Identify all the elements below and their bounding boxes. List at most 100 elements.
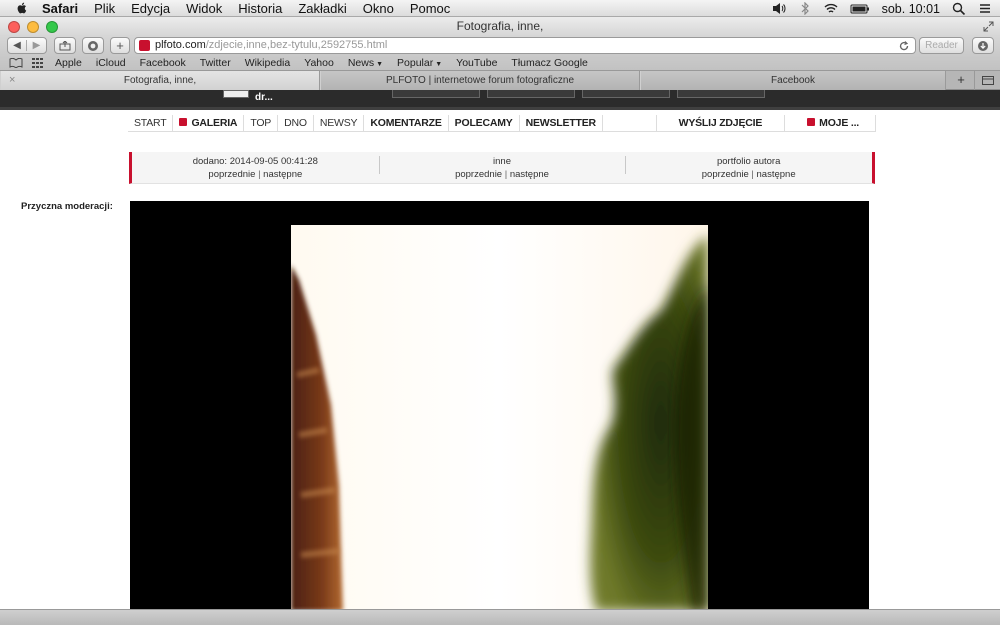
menu-widok[interactable]: Widok (186, 0, 222, 17)
bluetooth-icon[interactable] (798, 2, 812, 15)
info-added-column: dodano: 2014-09-05 00:41:28 poprzednie |… (132, 152, 379, 183)
category-link[interactable]: inne (379, 155, 626, 168)
spotlight-search-icon[interactable] (952, 2, 966, 15)
bookmark-folder-popular[interactable]: Popular ▼ (397, 57, 442, 69)
tab-overview-icon (982, 76, 994, 85)
tab-facebook[interactable]: Facebook (640, 71, 946, 90)
prev-link[interactable]: poprzednie (208, 169, 255, 180)
bookmark-tlumacz-google[interactable]: Tłumacz Google (511, 57, 587, 69)
bookmark-facebook[interactable]: Facebook (140, 57, 186, 69)
header-thumbnail[interactable] (582, 90, 670, 98)
portfolio-link[interactable]: portfolio autora (625, 155, 872, 168)
browser-status-bar (0, 609, 1000, 625)
nav-moje[interactable]: MOJE ... (785, 114, 876, 131)
back-arrow-icon[interactable]: ◀ (8, 40, 28, 51)
tab-plfoto-forum[interactable]: PLFOTO | internetowe forum fotograficzne (320, 71, 640, 90)
bookmark-youtube[interactable]: YouTube (456, 57, 497, 69)
site-header-strip: dr... (0, 90, 1000, 110)
info-portfolio-column: portfolio autora poprzednie | następne (625, 152, 872, 183)
next-link[interactable]: następne (263, 169, 302, 180)
moderation-reason-label: Przyczna moderacji: (21, 201, 113, 212)
tab-fotografia-label: Fotografia, inne, (123, 75, 197, 86)
prev-next-links: poprzednie | następne (379, 168, 626, 181)
menubar-clock[interactable]: sob. 10:01 (882, 2, 940, 16)
window-titlebar: Fotografia, inne, (0, 17, 1000, 36)
browser-toolbar: ◀ ▶ + plfoto.com/zdjecie,inne,bez-tytulu… (0, 36, 1000, 55)
top-sites-grid-icon[interactable] (32, 57, 43, 68)
photo-info-box: dodano: 2014-09-05 00:41:28 poprzednie |… (129, 152, 875, 184)
zoom-window-button[interactable] (46, 21, 58, 33)
added-date: dodano: 2014-09-05 00:41:28 (192, 156, 318, 167)
reader-button[interactable]: Reader (919, 37, 964, 54)
bookmark-folder-news[interactable]: News ▼ (348, 57, 383, 69)
menu-edycja[interactable]: Edycja (131, 0, 170, 17)
nav-newsletter[interactable]: NEWSLETTER (520, 114, 603, 131)
nav-start[interactable]: START (128, 114, 174, 131)
header-truncated-text[interactable]: dr... (255, 92, 273, 103)
nav-spacer (603, 114, 657, 131)
menu-app-name[interactable]: Safari (42, 0, 78, 17)
bookmark-icloud[interactable]: iCloud (96, 57, 126, 69)
next-link[interactable]: następne (510, 169, 549, 180)
tab-fotografia[interactable]: × Fotografia, inne, (0, 71, 320, 90)
close-tab-icon[interactable]: × (9, 71, 15, 90)
menu-zakladki[interactable]: Zakładki (298, 0, 346, 17)
minimize-window-button[interactable] (27, 21, 39, 33)
bookmarks-bar: Apple iCloud Facebook Twitter Wikipedia … (0, 55, 1000, 71)
new-tab-plus-icon[interactable]: + (951, 71, 971, 90)
download-icon (978, 40, 988, 51)
bookmark-apple[interactable]: Apple (55, 57, 82, 69)
nav-polecamy[interactable]: POLECAMY (449, 114, 520, 131)
menu-plik[interactable]: Plik (94, 0, 115, 17)
bookmark-yahoo[interactable]: Yahoo (304, 57, 334, 69)
prev-next-links: poprzednie | następne (132, 168, 379, 181)
nav-wyslij-zdjecie[interactable]: WYŚLIJ ZDJĘCIE (657, 114, 786, 131)
share-icon (59, 40, 71, 50)
link-separator: | (751, 169, 754, 180)
tab-overview-button[interactable] (974, 71, 1000, 90)
header-thumbnail[interactable] (392, 90, 480, 98)
bookmark-folder-news-label: News (347, 56, 375, 69)
header-thumbnail[interactable] (677, 90, 765, 98)
prev-link[interactable]: poprzednie (702, 169, 749, 180)
reading-list-icon[interactable] (9, 57, 23, 68)
nav-top[interactable]: TOP (244, 114, 279, 131)
photo-content (291, 225, 708, 611)
next-link[interactable]: następne (757, 169, 796, 180)
share-button[interactable] (54, 37, 76, 54)
prev-next-links: poprzednie | następne (625, 168, 872, 181)
battery-icon[interactable] (850, 2, 870, 15)
nav-galeria[interactable]: GALERIA (173, 114, 245, 131)
downloads-button[interactable] (972, 37, 994, 54)
address-bar[interactable]: plfoto.com/zdjecie,inne,bez-tytulu,25927… (134, 37, 916, 54)
link-separator: | (258, 169, 261, 180)
apple-icon[interactable] (14, 1, 30, 15)
header-thumbnail[interactable] (487, 90, 575, 98)
menu-pomoc[interactable]: Pomoc (410, 0, 450, 17)
fullscreen-icon[interactable] (983, 21, 994, 32)
url-path: /zdjecie,inne,bez-tytulu,2592755.html (205, 39, 388, 51)
main-photo[interactable] (291, 225, 708, 611)
volume-icon[interactable] (772, 2, 786, 15)
menu-okno[interactable]: Okno (363, 0, 394, 17)
nav-moje-label: MOJE ... (819, 116, 859, 129)
prev-link[interactable]: poprzednie (455, 169, 502, 180)
new-tab-button[interactable]: + (110, 37, 130, 54)
nav-newsy[interactable]: NEWSY (314, 114, 365, 131)
wifi-icon[interactable] (824, 2, 838, 15)
nav-komentarze[interactable]: KOMENTARZE (364, 114, 449, 131)
bookmark-folder-popular-label: Popular (397, 56, 434, 69)
menu-historia[interactable]: Historia (238, 0, 282, 17)
chevron-down-icon: ▼ (435, 60, 443, 68)
bookmark-twitter[interactable]: Twitter (200, 57, 231, 69)
notification-center-icon[interactable] (978, 2, 992, 15)
nav-galeria-label: GALERIA (191, 116, 238, 129)
nav-dno[interactable]: DNO (278, 114, 314, 131)
close-window-button[interactable] (8, 21, 20, 33)
extension-button[interactable] (82, 37, 104, 54)
header-thumbnail[interactable] (223, 90, 249, 98)
forward-arrow-icon[interactable]: ▶ (27, 40, 46, 51)
site-nav: START GALERIA TOP DNO NEWSY KOMENTARZE P… (128, 114, 876, 132)
bookmark-wikipedia[interactable]: Wikipedia (245, 57, 291, 69)
reload-icon[interactable] (899, 41, 909, 51)
